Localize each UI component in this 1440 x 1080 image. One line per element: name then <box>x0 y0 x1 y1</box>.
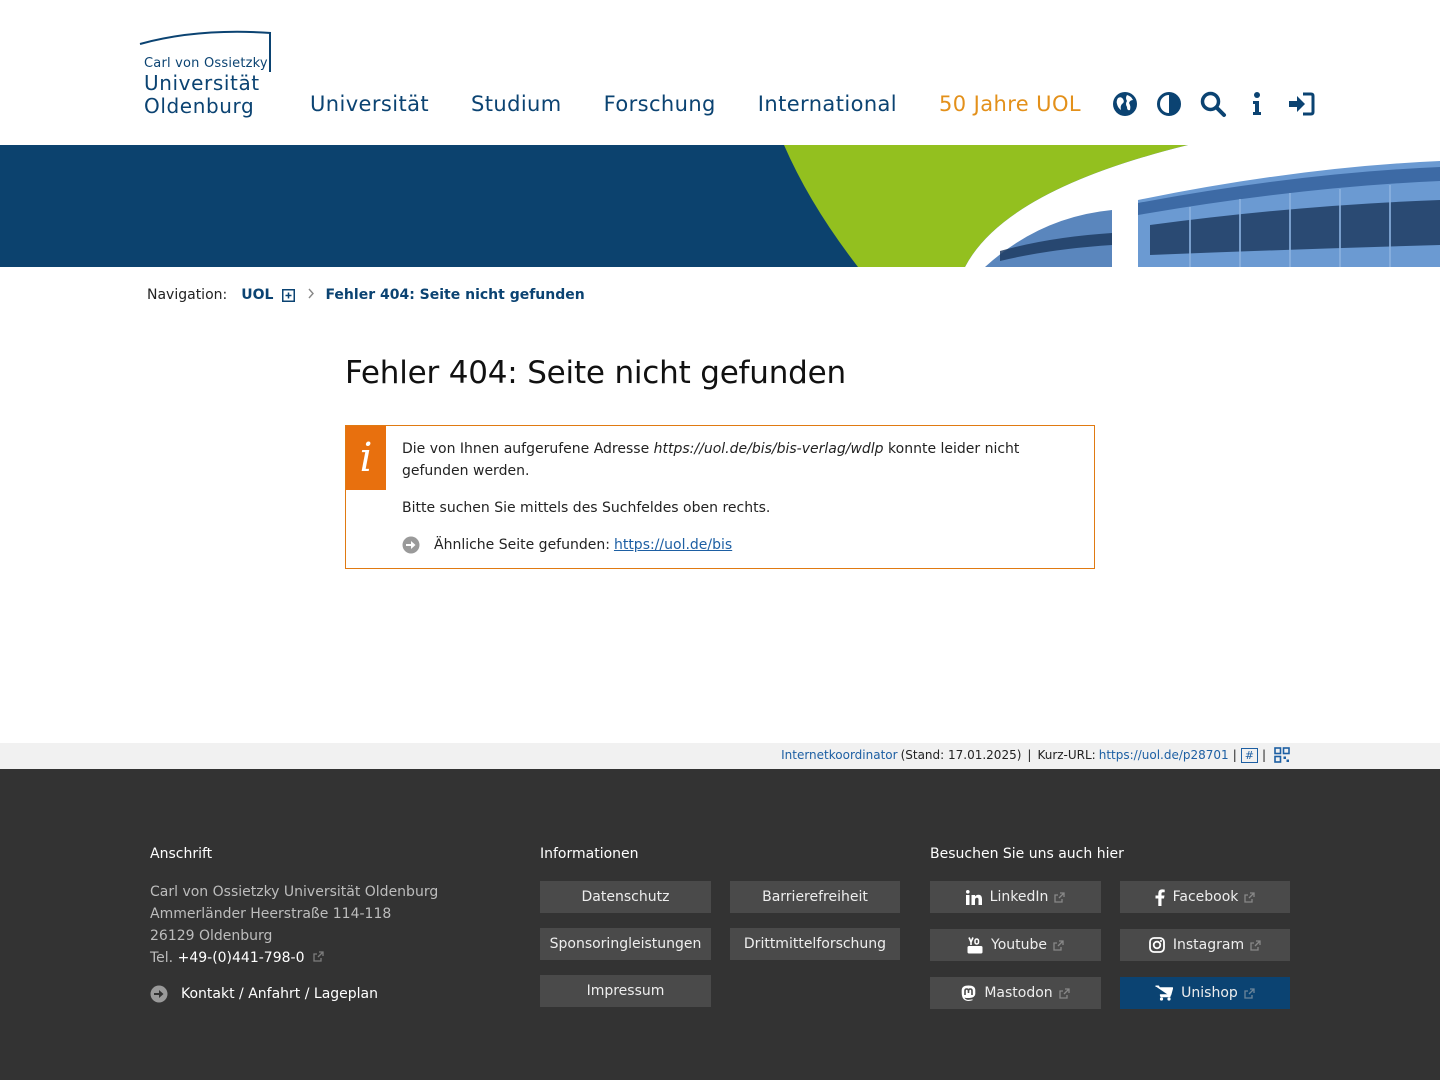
search-icon <box>1200 91 1226 117</box>
meta-separator: | <box>1027 748 1032 762</box>
university-logo[interactable]: Carl von Ossietzky Universität Oldenburg <box>138 30 278 122</box>
external-link-icon <box>313 951 324 962</box>
banner-graphic <box>0 145 1440 267</box>
globe-icon <box>1113 92 1137 116</box>
site-footer: Anschrift Carl von Ossietzky Universität… <box>0 769 1440 1080</box>
address-line: Carl von Ossietzky Universität Oldenburg <box>150 884 439 900</box>
external-link-icon <box>1250 939 1261 951</box>
breadcrumb-root-link[interactable]: UOL <box>241 287 273 303</box>
external-link-icon <box>1059 987 1070 999</box>
chevron-right-icon <box>307 287 315 303</box>
arrow-circle-right-icon <box>150 985 168 1003</box>
phone-label: Tel. <box>150 950 174 966</box>
logo-line-1: Carl von Ossietzky <box>144 56 268 71</box>
language-button[interactable] <box>1110 88 1140 120</box>
facebook-icon <box>1155 888 1165 906</box>
datenschutz-button[interactable]: Datenschutz <box>540 881 711 913</box>
nav-international[interactable]: International <box>758 92 897 116</box>
facebook-button[interactable]: Facebook <box>1120 881 1290 913</box>
breadcrumb: Navigation: UOL Fehler 404: Seite nicht … <box>147 287 585 303</box>
address-heading: Anschrift <box>150 846 213 862</box>
meta-separator: | <box>1232 748 1237 762</box>
login-button[interactable] <box>1286 88 1316 120</box>
contact-link[interactable]: Kontakt / Anfahrt / Lageplan <box>181 986 378 1002</box>
info-button[interactable] <box>1242 88 1272 120</box>
phone-line: Tel. +49-(0)441-798-0 <box>150 947 438 969</box>
error-url: https://uol.de/bis/bis-verlag/wdlp <box>653 441 884 457</box>
youtube-icon <box>967 936 983 954</box>
logo-line-3: Oldenburg <box>144 94 255 118</box>
drittmittel-button[interactable]: Drittmittelforschung <box>730 928 900 960</box>
login-icon <box>1289 92 1315 116</box>
permalink-hash-button[interactable]: # <box>1240 747 1258 763</box>
meta-separator: | <box>1261 748 1266 762</box>
external-link-icon <box>1054 891 1065 903</box>
address-line: Ammerländer Heerstraße 114-118 <box>150 906 392 922</box>
phone-link[interactable]: +49-(0)441-798-0 <box>178 950 305 966</box>
external-link-icon <box>1053 939 1064 951</box>
error-message: Die von Ihnen aufgerufene Adresse https:… <box>402 438 1072 482</box>
page-meta: Internetkoordinator (Stand: 17.01.2025) … <box>781 747 1290 763</box>
mastodon-icon <box>961 985 976 1001</box>
header-banner-image <box>0 145 1440 267</box>
cart-icon <box>1155 985 1174 1001</box>
nav-studium[interactable]: Studium <box>471 92 562 116</box>
info-heading: Informationen <box>540 846 639 862</box>
short-url-label: Kurz-URL: <box>1037 748 1096 762</box>
linkedin-label: LinkedIn <box>989 889 1049 905</box>
mastodon-label: Mastodon <box>984 985 1053 1001</box>
similar-page-link[interactable]: https://uol.de/bis <box>614 534 732 556</box>
instagram-icon <box>1148 937 1165 953</box>
breadcrumb-current: Fehler 404: Seite nicht gefunden <box>325 287 585 303</box>
error-message-part1: Die von Ihnen aufgerufene Adresse <box>402 441 654 457</box>
error-info-box: i Die von Ihnen aufgerufene Adresse http… <box>345 425 1095 569</box>
info-icon <box>1253 92 1261 115</box>
nav-50-jahre-uol[interactable]: 50 Jahre UOL <box>939 92 1081 116</box>
unishop-button[interactable]: Unishop <box>1120 977 1290 1009</box>
linkedin-icon <box>965 889 982 905</box>
mastodon-button[interactable]: Mastodon <box>930 977 1101 1009</box>
youtube-button[interactable]: Youtube <box>930 929 1101 961</box>
contrast-button[interactable] <box>1154 88 1184 120</box>
nav-forschung[interactable]: Forschung <box>604 92 716 116</box>
short-url-link[interactable]: https://uol.de/p28701 <box>1099 748 1229 762</box>
instagram-button[interactable]: Instagram <box>1120 929 1290 961</box>
external-link-icon <box>1244 987 1255 999</box>
linkedin-button[interactable]: LinkedIn <box>930 881 1101 913</box>
external-link-icon <box>1244 891 1256 903</box>
info-badge-icon: i <box>346 426 386 490</box>
page-meta-strip: Internetkoordinator (Stand: 17.01.2025) … <box>0 743 1440 769</box>
expand-plus-icon[interactable] <box>282 288 296 302</box>
page-title: Fehler 404: Seite nicht gefunden <box>345 355 846 391</box>
main-navigation: Universität Studium Forschung Internatio… <box>310 92 1123 116</box>
similar-page-row: Ähnliche Seite gefunden: https://uol.de/… <box>402 534 732 556</box>
address-line: 26129 Oldenburg <box>150 928 273 944</box>
youtube-label: Youtube <box>991 937 1047 953</box>
contrast-icon <box>1157 92 1181 116</box>
nav-universitaet[interactable]: Universität <box>310 92 429 116</box>
barrierefreiheit-button[interactable]: Barrierefreiheit <box>730 881 900 913</box>
postal-address: Carl von Ossietzky Universität Oldenburg… <box>150 881 438 969</box>
coordinator-link[interactable]: Internetkoordinator <box>781 748 897 762</box>
contact-row[interactable]: Kontakt / Anfahrt / Lageplan <box>150 985 378 1003</box>
logo-line-2: Universität <box>144 71 260 95</box>
similar-page-label: Ähnliche Seite gefunden: <box>434 537 610 553</box>
search-hint: Bitte suchen Sie mittels des Suchfeldes … <box>402 500 771 516</box>
stand-date: (Stand: 17.01.2025) <box>900 748 1022 762</box>
breadcrumb-label: Navigation: <box>147 287 228 303</box>
search-button[interactable] <box>1198 88 1228 120</box>
sponsoring-button[interactable]: Sponsoringleistungen <box>540 928 711 960</box>
unishop-label: Unishop <box>1181 985 1238 1001</box>
site-header: Carl von Ossietzky Universität Oldenburg… <box>0 0 1440 145</box>
arrow-circle-right-icon <box>402 536 420 554</box>
qr-code-icon[interactable] <box>1274 747 1290 763</box>
header-tools <box>1110 88 1330 120</box>
impressum-button[interactable]: Impressum <box>540 975 711 1007</box>
facebook-label: Facebook <box>1172 889 1239 905</box>
social-heading: Besuchen Sie uns auch hier <box>930 846 1124 862</box>
instagram-label: Instagram <box>1172 937 1245 953</box>
